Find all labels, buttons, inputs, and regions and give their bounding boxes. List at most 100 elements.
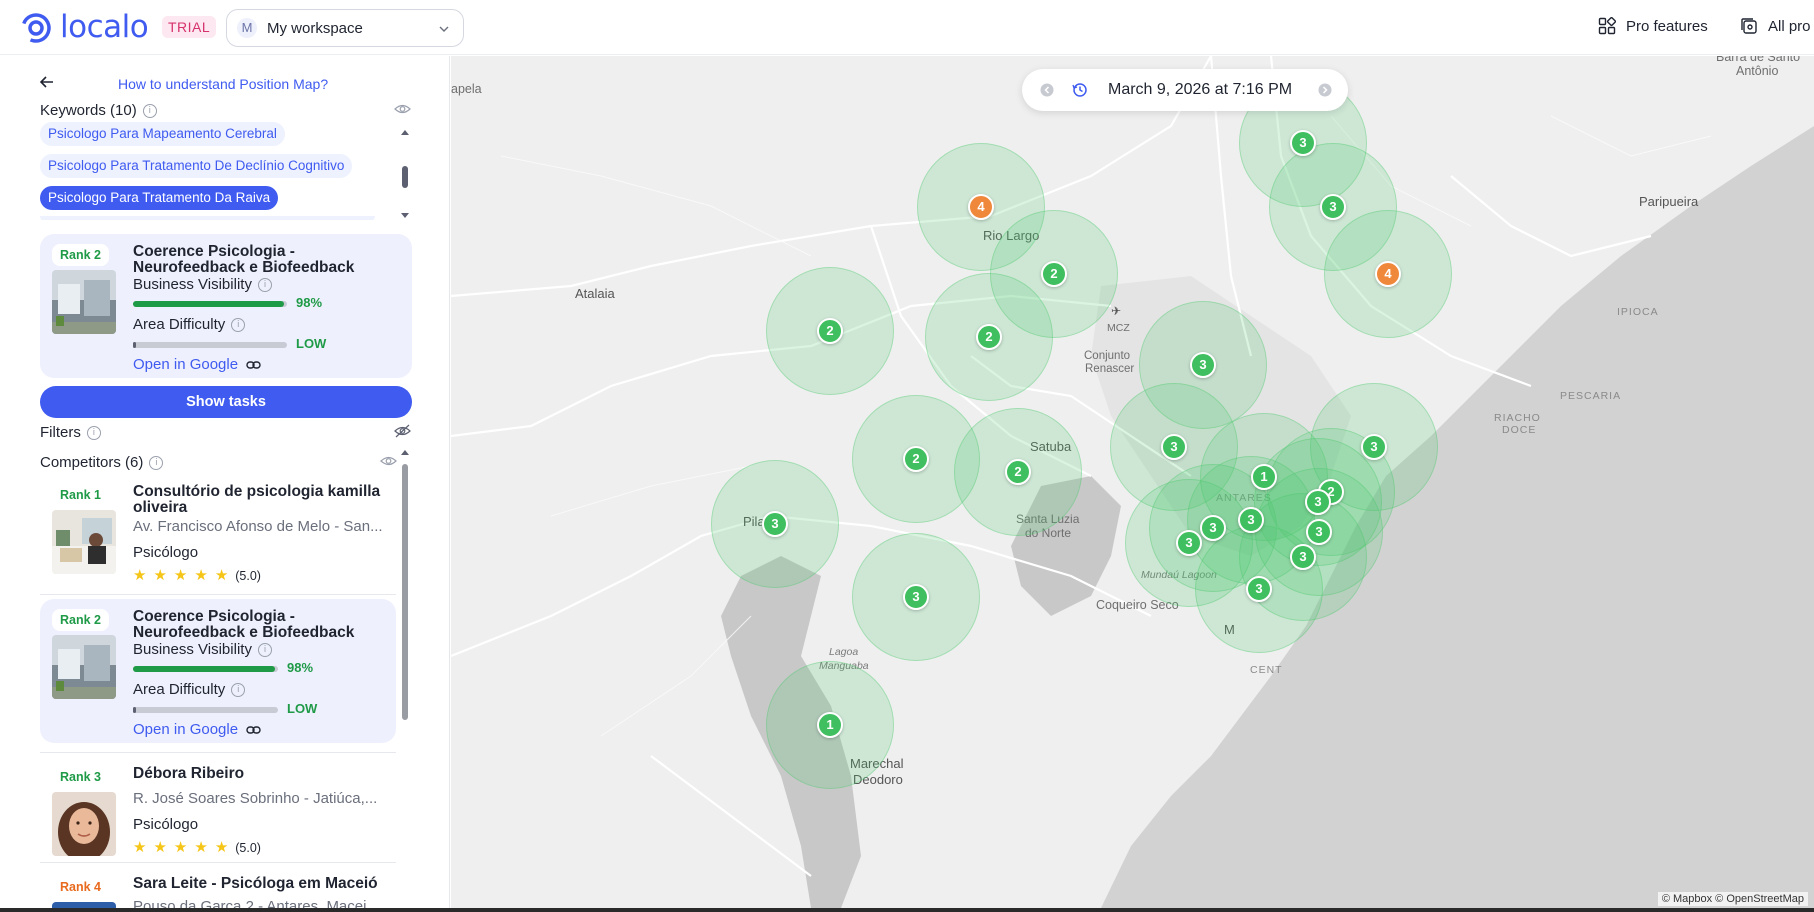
show-tasks-button[interactable]: Show tasks xyxy=(40,386,412,418)
rank-badge: Rank 1 xyxy=(52,484,109,506)
rank-pin[interactable]: 4 xyxy=(1375,261,1401,287)
rank-pin[interactable]: 3 xyxy=(1290,544,1316,570)
competitor-card[interactable]: Rank 3 Débora Ribeiro R. José Soares Sob… xyxy=(40,756,396,856)
divider xyxy=(40,594,396,595)
rank-pin[interactable]: 2 xyxy=(903,446,929,472)
keywords-header: Keywords (10) i xyxy=(40,102,157,119)
visibility-value: 98% xyxy=(296,295,323,310)
visibility-value: 98% xyxy=(287,660,314,675)
business-photo xyxy=(52,792,116,856)
rank-pin[interactable]: 3 xyxy=(1161,434,1187,460)
star-icon: ★ xyxy=(173,567,188,584)
info-icon[interactable]: i xyxy=(142,103,157,118)
info-icon[interactable]: i xyxy=(149,455,164,470)
open-in-google-link[interactable]: Open in Google xyxy=(133,721,261,738)
keyword-chip-active[interactable]: Psicologo Para Tratamento Da Raiva xyxy=(40,186,279,210)
rank-pin[interactable]: 2 xyxy=(817,318,843,344)
pro-features-label: Pro features xyxy=(1626,17,1708,35)
rank-pin[interactable]: 3 xyxy=(1361,434,1387,460)
visibility-bar-fill xyxy=(133,301,284,307)
rank-pin[interactable]: 3 xyxy=(1176,530,1202,556)
keyword-chip[interactable]: Psicologo Para Tratamento De Declínio Co… xyxy=(40,154,353,178)
top-bar: localo TRIAL M My workspace Pro features… xyxy=(0,0,1814,55)
selected-business-card[interactable]: Rank 2 Coerence Psicologia - Neurofeedba… xyxy=(40,234,412,378)
open-in-google-label: Open in Google xyxy=(133,356,239,373)
difficulty-bar-fill xyxy=(133,342,137,348)
competitors-scrollbar[interactable] xyxy=(400,448,410,808)
rank-pin[interactable]: 3 xyxy=(903,584,929,610)
rank-pin[interactable]: 3 xyxy=(1320,194,1346,220)
visibility-label-text: Business Visibility xyxy=(133,641,252,658)
rank-pin[interactable]: 1 xyxy=(1251,464,1277,490)
business-name: Consultório de psicologia kamilla olivei… xyxy=(133,483,381,516)
localo-logo[interactable]: localo xyxy=(18,9,149,45)
map-attribution[interactable]: © Mapbox © OpenStreetMap xyxy=(1657,892,1808,906)
localo-logo-icon xyxy=(21,13,51,43)
timestamp-text: March 9, 2026 at 7:16 PM xyxy=(1108,81,1293,98)
difficulty-bar xyxy=(133,342,287,348)
rank-pin[interactable]: 1 xyxy=(817,712,843,738)
history-icon[interactable] xyxy=(1072,82,1088,98)
difficulty-value: LOW xyxy=(296,336,327,351)
visibility-bar xyxy=(133,666,278,672)
rating: ★ ★ ★ ★ ★ (5.0) xyxy=(133,840,261,855)
filters-header: Filters i xyxy=(40,424,101,441)
back-arrow-icon[interactable] xyxy=(38,73,56,91)
visibility-label-text: Business Visibility xyxy=(133,276,252,293)
competitor-card[interactable]: Rank 1 Consultório de psicologia kamilla… xyxy=(40,474,396,584)
workspace-avatar: M xyxy=(237,18,257,38)
chevron-down-icon xyxy=(439,26,449,32)
chevron-right-icon[interactable] xyxy=(1318,83,1332,97)
competitors-header: Competitors (6) i xyxy=(40,454,164,471)
business-category: Psicólogo xyxy=(133,816,199,833)
info-icon[interactable]: i xyxy=(231,682,246,697)
info-icon[interactable]: i xyxy=(257,277,272,292)
rank-pin[interactable]: 2 xyxy=(1041,261,1067,287)
rank-pin[interactable]: 3 xyxy=(1290,130,1316,156)
timestamp-selector[interactable]: March 9, 2026 at 7:16 PM xyxy=(1022,69,1348,111)
pro-features-button[interactable]: Pro features xyxy=(1598,17,1708,35)
info-icon[interactable]: i xyxy=(231,317,246,332)
business-photo xyxy=(52,510,116,574)
position-map[interactable]: apela Atalaia Rio Largo ✈ MCZ Conjunto R… xyxy=(451,56,1814,908)
eye-icon[interactable] xyxy=(380,454,397,468)
visibility-bar-fill xyxy=(133,666,276,672)
competitor-card-selected[interactable]: Rank 2 Coerence Psicologia - Neurofeedba… xyxy=(40,599,396,743)
business-address: Pouso da Garça 2 - Antares, Maceió... xyxy=(133,898,383,908)
star-icon: ★ xyxy=(214,839,229,856)
keyword-chip[interactable]: Psicologo Para Mapeamento Cerebral xyxy=(40,122,285,146)
rank-pin[interactable]: 3 xyxy=(1200,515,1226,541)
workspace-name: My workspace xyxy=(267,19,363,37)
difficulty-bar-fill xyxy=(133,707,136,713)
business-category: Psicólogo xyxy=(133,544,199,561)
difficulty-bar xyxy=(133,707,278,713)
open-in-google-link[interactable]: Open in Google xyxy=(133,356,261,373)
rank-pin[interactable]: 3 xyxy=(1305,489,1331,515)
difficulty-label-text: Area Difficulty xyxy=(133,681,226,698)
visibility-bar xyxy=(133,301,287,307)
star-icon: ★ xyxy=(194,839,208,856)
rank-pin[interactable]: 3 xyxy=(1306,519,1332,545)
rank-pin[interactable]: 3 xyxy=(1190,352,1216,378)
rank-badge: Rank 3 xyxy=(52,766,109,788)
all-pro-button[interactable]: All pro xyxy=(1740,17,1811,35)
rank-pin[interactable]: 3 xyxy=(762,511,788,537)
help-link[interactable]: How to understand Position Map? xyxy=(118,76,328,92)
rank-pin[interactable]: 3 xyxy=(1238,507,1264,533)
rank-pin[interactable]: 2 xyxy=(976,324,1002,350)
chevron-left-icon[interactable] xyxy=(1040,83,1054,97)
open-in-google-label: Open in Google xyxy=(133,721,239,738)
eye-icon[interactable] xyxy=(394,102,411,116)
rank-pin[interactable]: 3 xyxy=(1246,576,1272,602)
info-icon[interactable]: i xyxy=(86,425,101,440)
rank-pin[interactable]: 4 xyxy=(968,194,994,220)
eye-off-icon[interactable] xyxy=(394,424,411,438)
info-icon[interactable]: i xyxy=(257,642,272,657)
visibility-label: Business Visibility i xyxy=(133,641,272,658)
workspace-selector[interactable]: M My workspace xyxy=(226,9,464,47)
star-icon: ★ xyxy=(153,567,167,584)
rank-pin[interactable]: 2 xyxy=(1005,459,1031,485)
competitor-card[interactable]: Rank 4 Sara Leite - Psicóloga em Maceió … xyxy=(40,866,396,908)
keywords-scrollbar[interactable] xyxy=(400,128,410,220)
divider xyxy=(40,862,396,863)
